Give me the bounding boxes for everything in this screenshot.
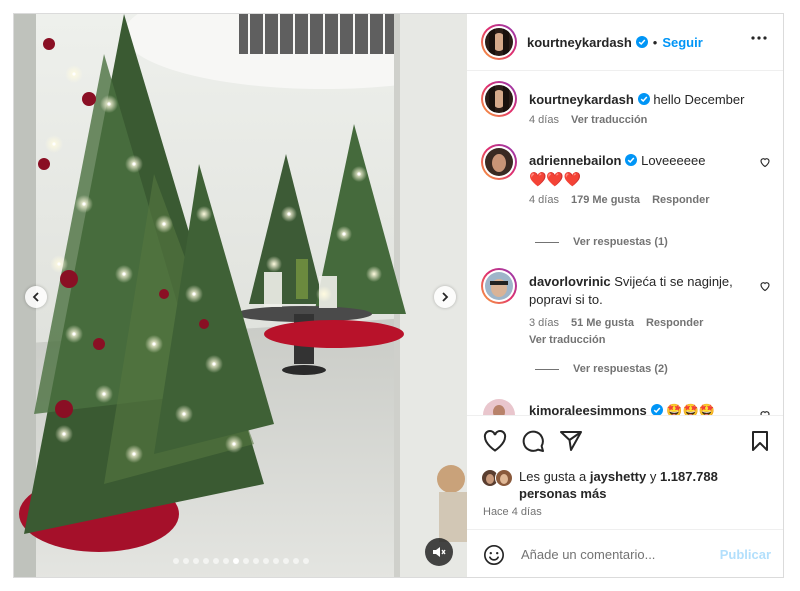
caption-text: hello December [653,92,745,107]
emoji-smiley-icon[interactable] [483,544,505,566]
post-timestamp[interactable]: Hace 4 días [483,506,542,518]
reply-button[interactable]: Responder [646,317,703,329]
carousel-dot [272,558,279,564]
view-replies-button[interactable]: Ver respuestas (2) [535,363,668,375]
verified-badge-icon [625,154,638,166]
comment-likes[interactable]: 51 Me gusta [571,317,634,329]
view-replies-label: Ver respuestas (1) [573,236,668,248]
commenter-avatar[interactable] [483,399,515,415]
carousel-dot [242,558,249,564]
verified-badge-icon [637,93,650,105]
comment-bubble-icon[interactable] [521,429,545,453]
carousel-dot [222,558,229,564]
verified-badge-icon [635,36,648,48]
post-side-panel: kourtneykardash • Seguir kourtneykardash… [467,14,783,577]
carousel-dot [252,558,259,564]
carousel-dot [302,558,309,564]
post-media[interactable] [14,14,467,577]
more-options-icon[interactable] [751,36,767,40]
like-heart-icon[interactable] [483,430,507,452]
likes-prefix: Les gusta a [519,469,587,484]
carousel-indicator [14,558,467,564]
comment-username[interactable]: kimoraleesimmons [529,403,647,415]
comment-input[interactable] [519,546,713,563]
like-comment-heart-icon[interactable] [759,280,771,292]
carousel-dot [182,558,189,564]
comment-likes[interactable]: 179 Me gusta [571,194,640,206]
comments-list[interactable]: kourtneykardash hello December 4 días Ver… [467,71,783,415]
comment-username[interactable]: davorlovrinic [529,274,611,289]
carousel-dot [172,558,179,564]
caption-avatar-ring[interactable] [481,81,517,117]
caption-translation-link[interactable]: Ver traducción [571,114,647,126]
view-replies-label: Ver respuestas (2) [573,363,668,375]
commenter-avatar-ring[interactable] [481,268,517,304]
likers-avatars-image [481,469,513,487]
carousel-dot [262,558,269,564]
comment-text: Loveeeeee [641,153,706,168]
carousel-dot [292,558,299,564]
liker-username[interactable]: jayshetty [590,469,646,484]
commenter-avatar [485,148,513,176]
carousel-dot [232,558,239,564]
likes-joiner: y [649,469,657,484]
verified-badge-icon [650,404,663,415]
reply-button[interactable]: Responder [652,194,709,206]
christmas-trees-photo [14,14,467,577]
replies-line [535,368,559,370]
author-avatar [485,28,513,56]
share-paper-plane-icon[interactable] [560,430,582,452]
carousel-dot [192,558,199,564]
carousel-dot [282,558,289,564]
save-bookmark-icon[interactable] [751,430,769,452]
likers-avatars[interactable] [481,469,515,487]
author-username[interactable]: kourtneykardash [527,35,632,50]
view-replies-button[interactable]: Ver respuestas (1) [535,236,668,248]
post-actions: Les gusta a jayshetty y 1.187.788 person… [467,415,783,529]
commenter-avatar [485,272,513,300]
add-comment-bar: Publicar [467,529,783,577]
comment-translation-link[interactable]: Ver traducción [529,334,605,346]
author-avatar-ring[interactable] [481,24,517,60]
follow-button[interactable]: Seguir [662,35,702,50]
previous-photo-button[interactable] [25,286,47,308]
likes-summary: Les gusta a jayshetty y 1.187.788 person… [519,468,775,502]
comment-text: 🤩🤩🤩 [666,403,715,415]
comment-time[interactable]: 3 días [529,317,559,329]
post-dialog: kourtneykardash • Seguir kourtneykardash… [13,13,784,578]
comment-emoji: ❤️❤️❤️ [529,171,582,187]
comment-time[interactable]: 4 días [529,194,559,206]
caption-avatar [485,85,513,113]
carousel-dot [212,558,219,564]
replies-line [535,241,559,243]
chevron-right-icon [442,292,449,302]
separator-dot: • [652,34,658,50]
commenter-avatar-ring[interactable] [481,144,517,180]
carousel-dot [202,558,209,564]
comment-username[interactable]: adriennebailon [529,153,621,168]
caption-username[interactable]: kourtneykardash [529,92,634,107]
chevron-left-icon [32,292,39,302]
mute-button[interactable] [425,538,453,566]
caption-time[interactable]: 4 días [529,114,559,126]
like-comment-heart-icon[interactable] [759,156,771,168]
publish-button[interactable]: Publicar [720,547,771,562]
post-header: kourtneykardash • Seguir [467,14,783,71]
speaker-muted-icon [433,547,446,557]
author-avatar-image [485,28,513,56]
next-photo-button[interactable] [434,286,456,308]
